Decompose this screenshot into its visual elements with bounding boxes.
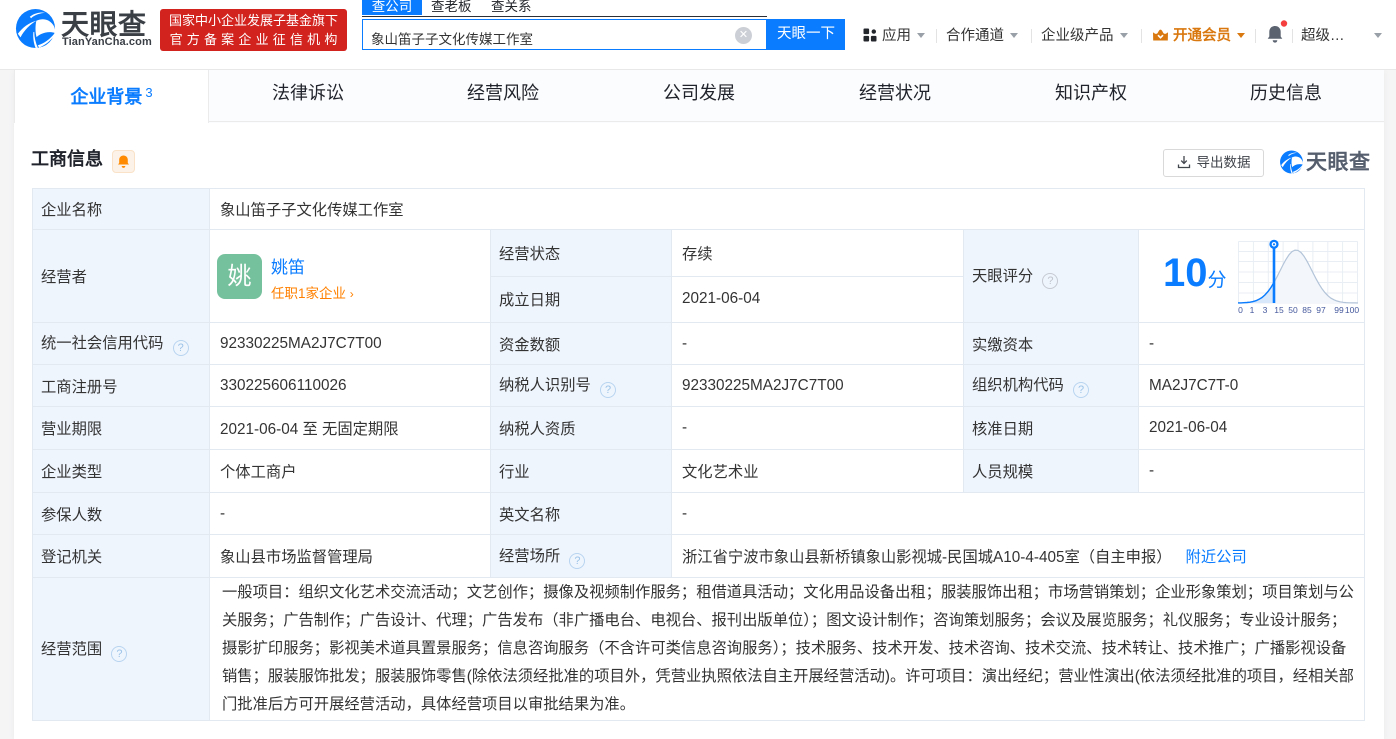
svg-text:1: 1: [1250, 305, 1255, 315]
svg-text:3: 3: [1263, 305, 1268, 315]
svg-text:97: 97: [1316, 305, 1326, 315]
svg-text:100: 100: [1345, 305, 1359, 315]
svg-text:0: 0: [1238, 305, 1243, 315]
svg-text:99: 99: [1334, 305, 1344, 315]
svg-text:85: 85: [1302, 305, 1312, 315]
svg-text:15: 15: [1274, 305, 1284, 315]
svg-text:50: 50: [1288, 305, 1298, 315]
